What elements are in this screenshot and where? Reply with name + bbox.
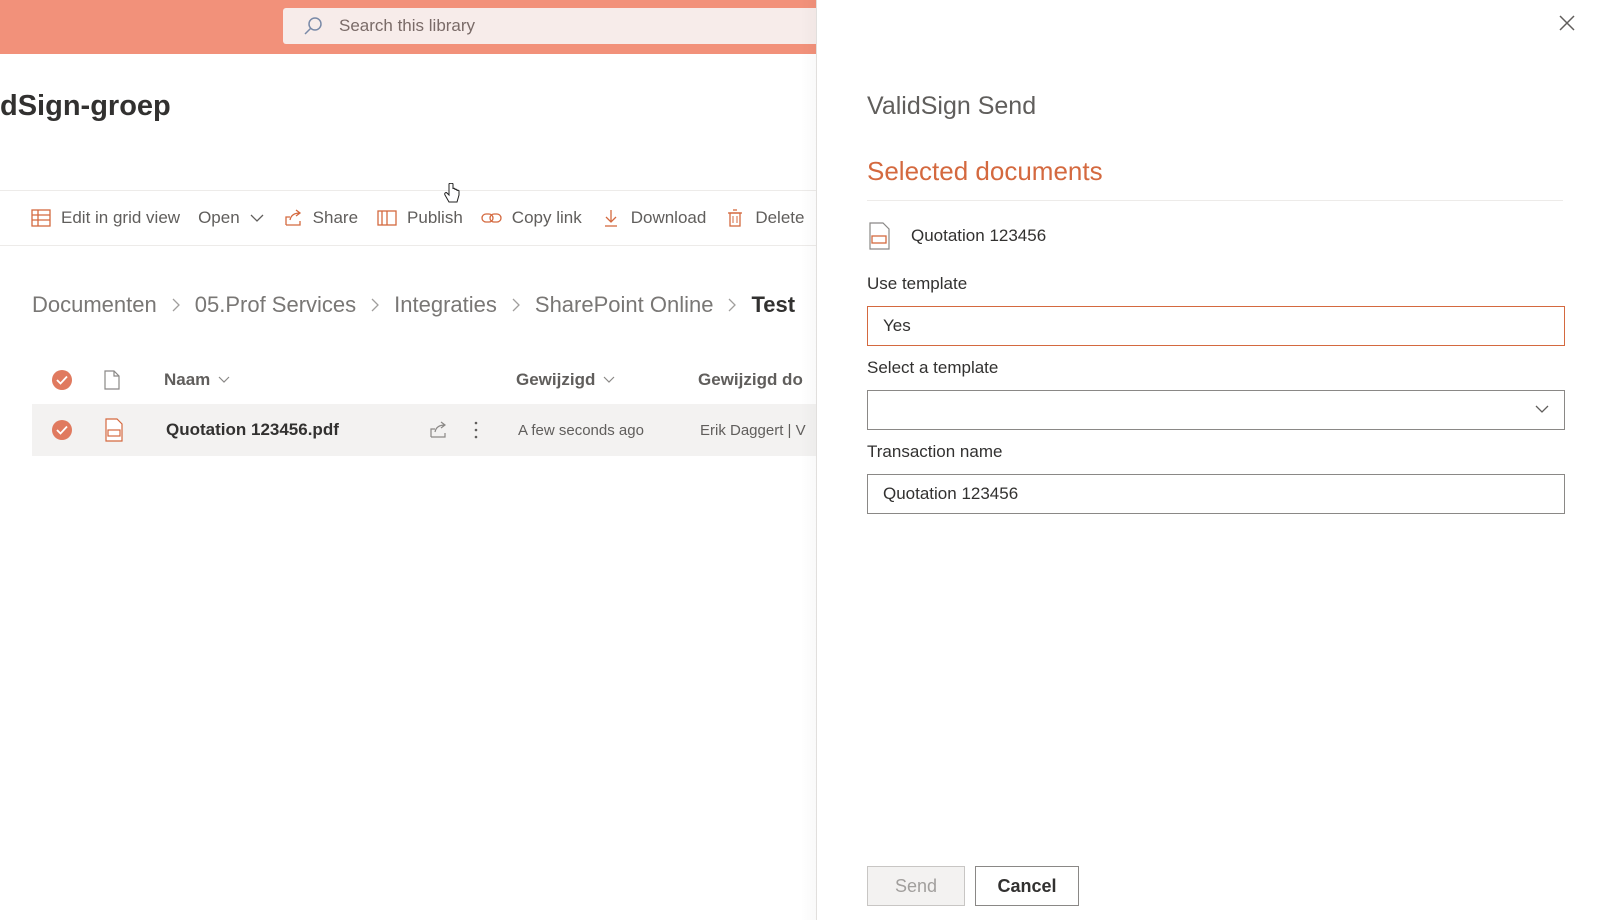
breadcrumb-item[interactable]: Documenten (32, 292, 157, 318)
column-header-modified[interactable]: Gewijzigd (516, 370, 698, 390)
cancel-label: Cancel (997, 875, 1057, 896)
use-template-value: Yes (883, 316, 911, 335)
chevron-right-icon (511, 297, 521, 313)
chevron-right-icon (171, 297, 181, 313)
breadcrumb: Documenten 05.Prof Services Integraties … (32, 292, 795, 318)
select-template-label: Select a template (867, 358, 999, 377)
column-header-modified-by[interactable]: Gewijzigd do (698, 370, 803, 390)
divider (867, 200, 1563, 201)
modified-cell: A few seconds ago (518, 421, 644, 439)
publish-button[interactable]: Publish (376, 207, 463, 229)
use-template-label: Use template (867, 274, 968, 293)
copy-link-label: Copy link (511, 208, 582, 227)
book-icon (376, 207, 398, 229)
chevron-down-icon (250, 213, 264, 223)
chevron-down-icon (218, 376, 230, 384)
row-check[interactable] (52, 420, 82, 440)
publish-label: Publish (407, 208, 463, 227)
table-row[interactable]: Quotation 123456.pdf A few seconds ago E… (32, 404, 822, 456)
selected-document: Quotation 123456 (867, 222, 1046, 250)
breadcrumb-item[interactable]: Integraties (394, 292, 497, 318)
column-label: Naam (164, 370, 211, 389)
delete-button[interactable]: Delete (724, 207, 804, 229)
trash-icon (724, 207, 746, 229)
use-template-field[interactable]: Yes (867, 306, 1565, 346)
pdf-file-icon (104, 418, 166, 442)
select-all-check[interactable] (52, 370, 82, 390)
breadcrumb-current: Test (751, 292, 796, 317)
more-actions-icon[interactable] (473, 420, 518, 440)
hand-cursor-icon (444, 182, 460, 210)
copy-link-button[interactable]: Copy link (481, 207, 582, 229)
column-header-name[interactable]: Naam (164, 370, 516, 390)
panel-title: ValidSign Send (867, 92, 1037, 120)
sharepoint-library: Search this library dSign-groep Edit in … (0, 0, 843, 920)
open-label: Open (198, 208, 240, 227)
search-placeholder: Search this library (339, 16, 476, 35)
column-label: Gewijzigd (516, 370, 596, 389)
send-button[interactable]: Send (867, 866, 965, 906)
validsign-panel: ValidSign Send Selected documents Quotat… (816, 0, 1600, 920)
search-box[interactable]: Search this library (283, 8, 843, 44)
transaction-name-label: Transaction name (867, 442, 1003, 461)
share-label: Share (312, 208, 359, 227)
link-icon (481, 207, 503, 229)
document-name: Quotation 123456 (911, 226, 1047, 245)
table-header: Naam Gewijzigd Gewijzigd do (32, 358, 822, 402)
modified-by-cell: Erik Daggert | V (700, 421, 806, 439)
close-icon (1558, 14, 1576, 37)
chevron-down-icon (603, 376, 615, 384)
screen: Search this library dSign-groep Edit in … (0, 0, 1600, 920)
site-title: dSign-groep (0, 90, 171, 122)
file-type-icon[interactable] (104, 370, 164, 390)
download-button[interactable]: Download (600, 207, 707, 229)
open-button[interactable]: Open (198, 208, 264, 228)
chevron-down-icon (1534, 401, 1550, 422)
transaction-name-input[interactable]: Quotation 123456 (867, 474, 1565, 514)
download-label: Download (630, 208, 707, 227)
grid-icon (30, 207, 52, 229)
breadcrumb-item[interactable]: 05.Prof Services (195, 292, 356, 318)
chevron-right-icon (727, 297, 737, 313)
breadcrumb-item[interactable]: SharePoint Online (535, 292, 714, 318)
command-bar: Edit in grid view Open Share Publish Cop… (0, 190, 820, 246)
select-template-dropdown[interactable] (867, 390, 1565, 430)
delete-label: Delete (755, 208, 805, 227)
search-icon (303, 16, 327, 36)
transaction-name-value: Quotation 123456 (883, 484, 1019, 503)
cancel-button[interactable]: Cancel (975, 866, 1079, 906)
check-icon (52, 370, 72, 390)
send-label: Send (894, 875, 938, 896)
share-icon[interactable] (428, 420, 473, 440)
pdf-file-icon (867, 222, 895, 250)
share-button[interactable]: Share (282, 207, 358, 229)
download-icon (600, 207, 622, 229)
edit-grid-label: Edit in grid view (61, 208, 181, 227)
edit-grid-button[interactable]: Edit in grid view (30, 207, 180, 229)
chevron-right-icon (370, 297, 380, 313)
file-name-link[interactable]: Quotation 123456.pdf (166, 420, 428, 440)
check-icon (52, 420, 72, 440)
close-button[interactable] (1554, 12, 1580, 38)
share-icon (282, 207, 304, 229)
section-title: Selected documents (867, 156, 1103, 186)
